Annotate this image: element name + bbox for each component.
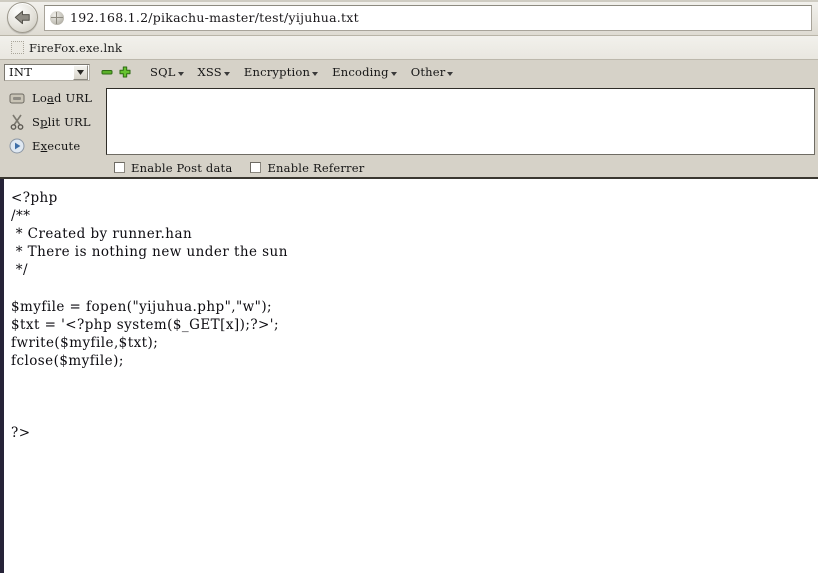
caret-down-icon bbox=[223, 71, 230, 76]
enable-referrer-checkbox[interactable]: Enable Referrer bbox=[250, 161, 364, 175]
hackbar-icon-group bbox=[101, 66, 131, 78]
execute-label: Execute bbox=[32, 139, 81, 153]
execute-play-icon bbox=[9, 138, 25, 154]
menu-encoding-label: Encoding bbox=[332, 65, 389, 79]
type-select[interactable]: INT bbox=[4, 63, 90, 81]
hackbar-top-row: INT SQL XSS Encryption Encoding Other bbox=[0, 60, 818, 84]
load-url-label: Load URL bbox=[32, 91, 93, 105]
split-url-label: Split URL bbox=[32, 115, 91, 129]
hackbar-menus: SQL XSS Encryption Encoding Other bbox=[143, 63, 460, 81]
bookmark-label: FireFox.exe.lnk bbox=[29, 40, 123, 55]
plus-icon[interactable] bbox=[119, 66, 131, 78]
enable-referrer-label: Enable Referrer bbox=[267, 160, 365, 175]
load-url-button[interactable]: Load URL bbox=[0, 86, 106, 110]
hackbar-panel: INT SQL XSS Encryption Encoding Other Lo… bbox=[0, 60, 818, 179]
menu-other-label: Other bbox=[410, 65, 446, 79]
bookmark-placeholder-icon bbox=[11, 41, 24, 54]
scissors-icon bbox=[9, 114, 25, 130]
globe-favicon-icon bbox=[50, 10, 64, 25]
enable-post-data-label: Enable Post data bbox=[131, 160, 233, 175]
caret-down-icon bbox=[312, 71, 319, 76]
menu-sql-label: SQL bbox=[150, 65, 176, 79]
load-url-icon bbox=[9, 90, 25, 106]
back-arrow-icon bbox=[14, 10, 30, 25]
caret-down-icon bbox=[177, 71, 184, 76]
menu-encoding[interactable]: Encoding bbox=[325, 63, 404, 81]
bookmark-item-firefox-lnk[interactable]: FireFox.exe.lnk bbox=[8, 40, 125, 56]
enable-post-data-checkbox[interactable]: Enable Post data bbox=[114, 161, 232, 175]
page-content-area: <?php /** * Created by runner.han * Ther… bbox=[0, 179, 818, 573]
url-bar[interactable]: 192.168.1.2/pikachu-master/test/yijuhua.… bbox=[44, 4, 812, 31]
caret-down-icon bbox=[447, 71, 454, 76]
menu-encryption[interactable]: Encryption bbox=[237, 63, 325, 81]
back-button[interactable] bbox=[7, 2, 38, 33]
url-text: 192.168.1.2/pikachu-master/test/yijuhua.… bbox=[70, 10, 359, 25]
caret-down-icon bbox=[390, 71, 397, 76]
menu-other[interactable]: Other bbox=[404, 63, 461, 81]
split-url-button[interactable]: Split URL bbox=[0, 110, 106, 134]
chevron-down-icon bbox=[73, 64, 88, 80]
menu-xss[interactable]: XSS bbox=[191, 63, 237, 81]
hackbar-action-list: Load URL Split URL Execute bbox=[0, 84, 106, 158]
checkbox-box bbox=[114, 162, 125, 173]
menu-encryption-label: Encryption bbox=[243, 65, 311, 79]
bookmarks-bar: FireFox.exe.lnk bbox=[0, 36, 818, 60]
navigation-toolbar: 192.168.1.2/pikachu-master/test/yijuhua.… bbox=[0, 0, 818, 36]
url-textarea[interactable] bbox=[106, 88, 815, 155]
menu-xss-label: XSS bbox=[197, 65, 222, 79]
browser-window: 192.168.1.2/pikachu-master/test/yijuhua.… bbox=[0, 0, 818, 577]
checkbox-box bbox=[250, 162, 262, 173]
hackbar-body: Load URL Split URL Execute bbox=[0, 84, 818, 158]
hackbar-checkbox-row: Enable Post data Enable Referrer bbox=[0, 158, 818, 177]
php-source-text: <?php /** * Created by runner.han * Ther… bbox=[11, 190, 288, 442]
execute-button[interactable]: Execute bbox=[0, 134, 106, 158]
minus-icon[interactable] bbox=[101, 66, 113, 78]
type-select-value: INT bbox=[9, 65, 33, 79]
menu-sql[interactable]: SQL bbox=[143, 63, 191, 81]
